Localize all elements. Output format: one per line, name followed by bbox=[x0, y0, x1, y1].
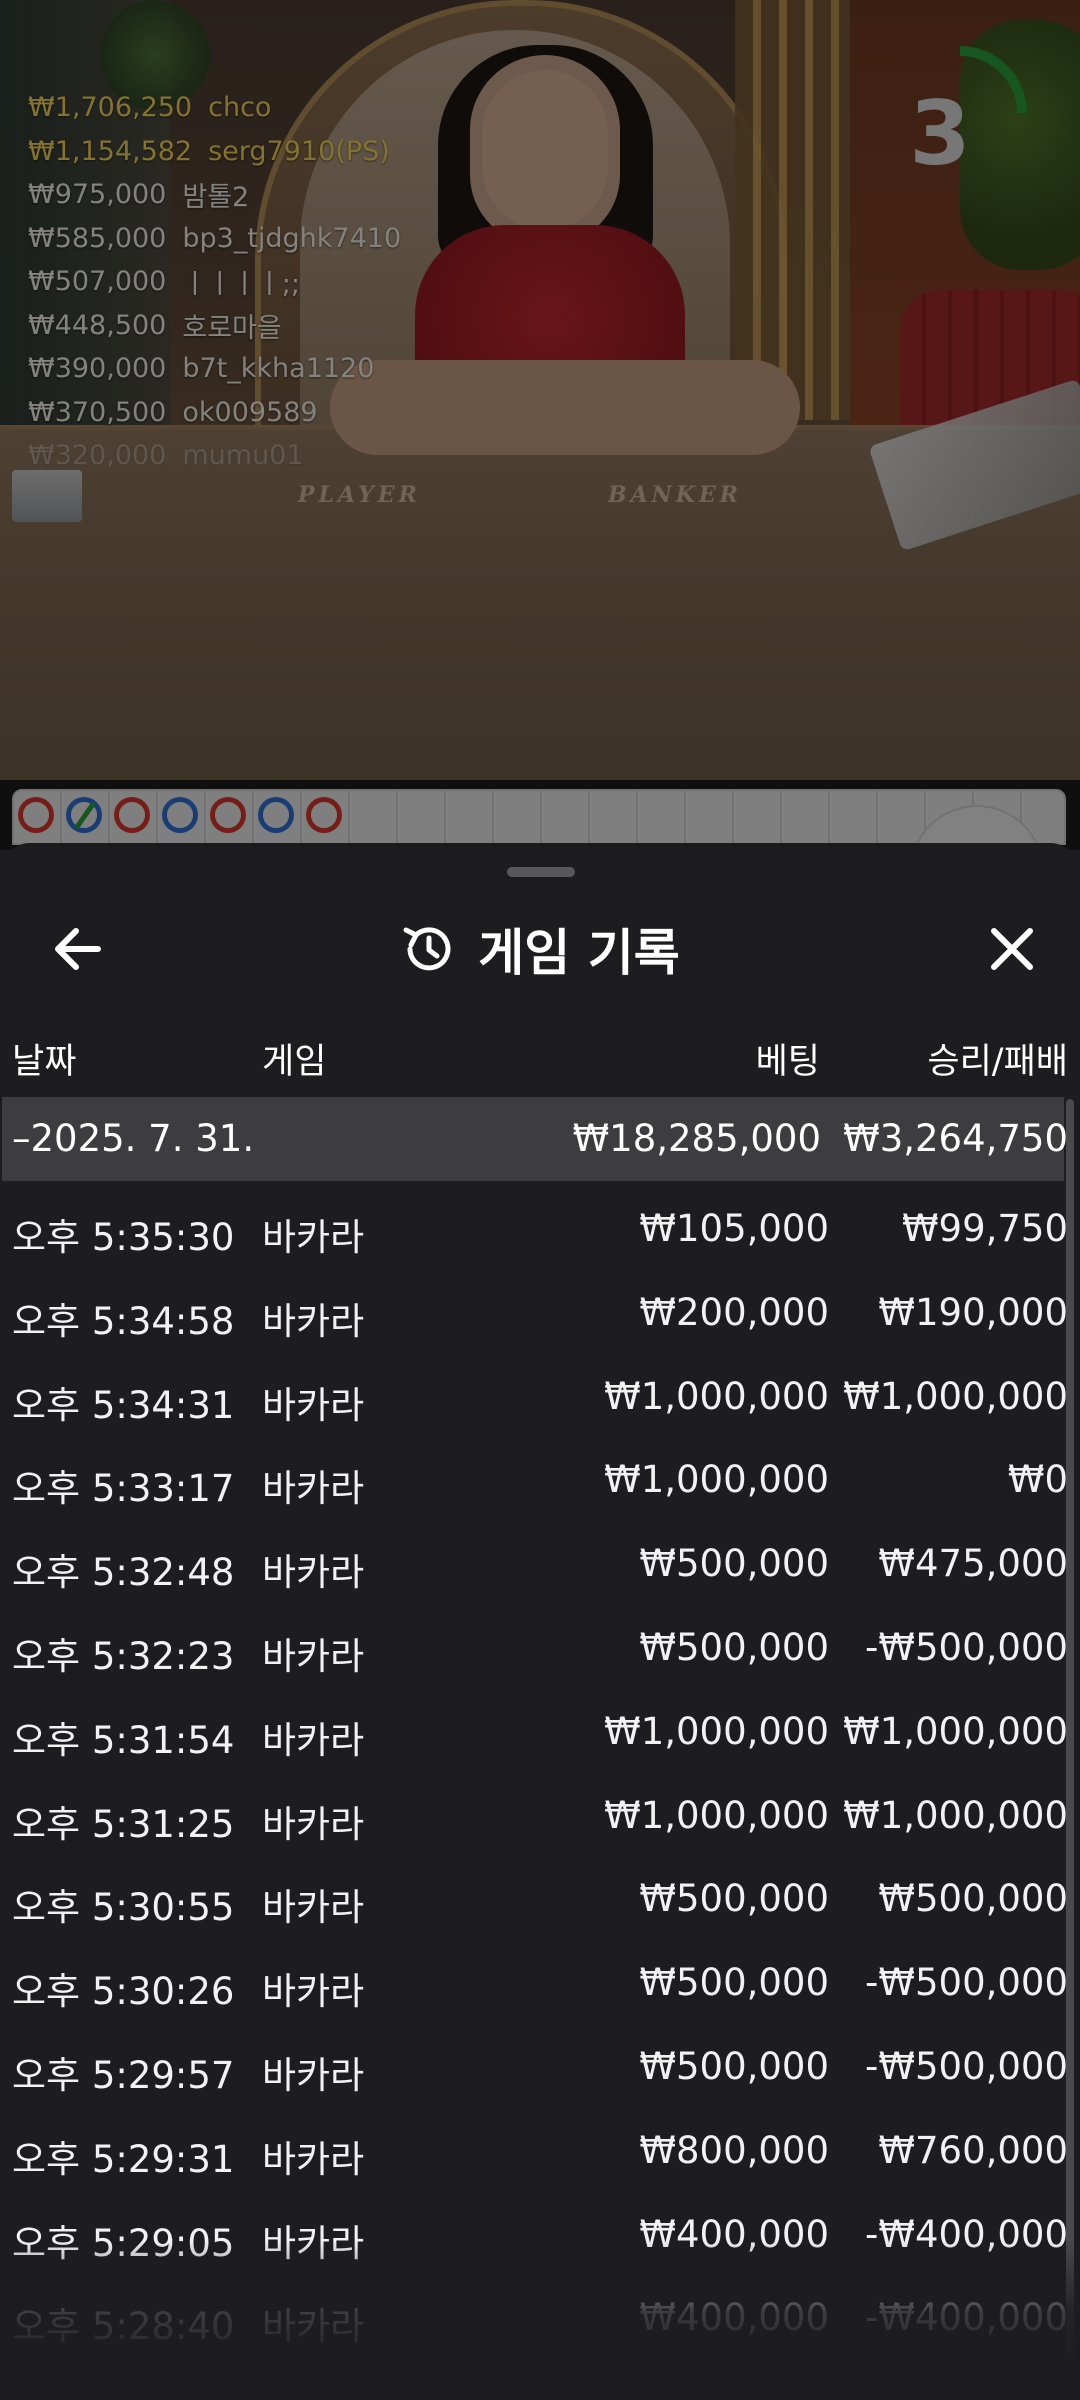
drag-handle[interactable] bbox=[507, 867, 575, 877]
row-bet: ₩500,000 bbox=[639, 2044, 829, 2088]
row-result: -₩500,000 bbox=[865, 2044, 1068, 2088]
history-row[interactable]: 오후 5:31:54 바카라 ₩1,000,000 ₩1,000,000 bbox=[2, 1684, 1072, 1768]
row-game: 바카라 bbox=[262, 1467, 365, 1511]
row-bet: ₩500,000 bbox=[639, 1961, 829, 2005]
row-game: 바카라 bbox=[262, 1634, 365, 1678]
row-bet: ₩200,000 bbox=[639, 1290, 829, 1334]
row-bet: ₩105,000 bbox=[639, 1207, 829, 1250]
sheet-title: 게임 기록 bbox=[478, 924, 680, 982]
row-result: -₩500,000 bbox=[865, 1625, 1068, 1669]
row-bet: ₩500,000 bbox=[639, 1625, 829, 1669]
history-row[interactable]: 오후 5:35:30 바카라 ₩105,000 ₩99,750 bbox=[2, 1181, 1072, 1265]
row-result: ₩190,000 bbox=[878, 1290, 1068, 1334]
row-time: 오후 5:30:55 bbox=[12, 1886, 235, 1930]
row-bet: ₩500,000 bbox=[639, 1542, 829, 1586]
row-result: ₩1,000,000 bbox=[843, 1709, 1068, 1753]
col-game[interactable]: 게임 bbox=[262, 1033, 326, 1084]
row-result: ₩1,000,000 bbox=[843, 1793, 1068, 1837]
row-result: ₩500,000 bbox=[878, 1877, 1068, 1921]
row-time: 오후 5:32:23 bbox=[12, 1634, 235, 1678]
group-bet-total: ₩18,285,000 bbox=[572, 1117, 821, 1160]
history-row[interactable]: 오후 5:30:26 바카라 ₩500,000 -₩500,000 bbox=[2, 1935, 1072, 2019]
row-result: ₩760,000 bbox=[878, 2128, 1068, 2172]
sheet-title-group: 게임 기록 bbox=[2, 913, 1078, 985]
history-row[interactable]: 오후 5:30:55 바카라 ₩500,000 ₩500,000 bbox=[2, 1851, 1072, 1935]
scrollbar[interactable] bbox=[1066, 1099, 1074, 2389]
column-header-row: 날짜 게임 베팅 승리/패배 bbox=[2, 1033, 1072, 1093]
row-time: 오후 5:30:26 bbox=[12, 1970, 235, 2014]
row-result: ₩1,000,000 bbox=[843, 1374, 1068, 1418]
history-row[interactable]: 오후 5:34:31 바카라 ₩1,000,000 ₩1,000,000 bbox=[2, 1349, 1072, 1433]
row-time: 오후 5:32:48 bbox=[12, 1551, 235, 1595]
history-row[interactable]: 오후 5:32:48 바카라 ₩500,000 ₩475,000 bbox=[2, 1516, 1072, 1600]
history-icon bbox=[403, 927, 451, 971]
row-bet: ₩1,000,000 bbox=[604, 1793, 829, 1837]
row-bet: ₩1,000,000 bbox=[604, 1374, 829, 1418]
row-game: 바카라 bbox=[262, 1383, 365, 1427]
col-date[interactable]: 날짜 bbox=[12, 1033, 76, 1084]
history-row[interactable]: 오후 5:34:58 바카라 ₩200,000 ₩190,000 bbox=[2, 1265, 1072, 1349]
row-result: ₩0 bbox=[1007, 1458, 1068, 1502]
close-icon bbox=[991, 928, 1033, 970]
row-time: 오후 5:31:25 bbox=[12, 1802, 235, 1846]
col-result[interactable]: 승리/패배 bbox=[927, 1033, 1068, 1084]
row-bet: ₩1,000,000 bbox=[604, 1709, 829, 1753]
row-time: 오후 5:34:58 bbox=[12, 1299, 235, 1343]
history-row[interactable]: 오후 5:29:31 바카라 ₩800,000 ₩760,000 bbox=[2, 2103, 1072, 2187]
group-date: –2025. 7. 31. bbox=[12, 1117, 255, 1160]
row-result: ₩99,750 bbox=[901, 1207, 1068, 1250]
close-button[interactable] bbox=[974, 911, 1050, 987]
row-game: 바카라 bbox=[262, 1299, 365, 1343]
row-game: 바카라 bbox=[262, 1551, 365, 1595]
row-bet: ₩500,000 bbox=[639, 1877, 829, 1921]
row-game: 바카라 bbox=[262, 2137, 365, 2181]
row-game: 바카라 bbox=[262, 1886, 365, 1930]
row-result: -₩500,000 bbox=[865, 1961, 1068, 2005]
dim-overlay[interactable] bbox=[0, 0, 1080, 850]
row-time: 오후 5:31:54 bbox=[12, 1718, 235, 1762]
list-fade bbox=[2, 2240, 1078, 2400]
row-time: 오후 5:35:30 bbox=[12, 1216, 235, 1259]
row-time: 오후 5:33:17 bbox=[12, 1467, 235, 1511]
history-row[interactable]: 오후 5:33:17 바카라 ₩1,000,000 ₩0 bbox=[2, 1432, 1072, 1516]
history-list: 오후 5:35:30 바카라 ₩105,000 ₩99,750 오후 5:34:58 바카… bbox=[2, 1181, 1072, 2354]
history-row[interactable]: 오후 5:31:25 바카라 ₩1,000,000 ₩1,000,000 bbox=[2, 1768, 1072, 1852]
history-row[interactable]: 오후 5:32:23 바카라 ₩500,000 -₩500,000 bbox=[2, 1600, 1072, 1684]
row-time: 오후 5:34:31 bbox=[12, 1383, 235, 1427]
sheet-header: 게임 기록 bbox=[2, 883, 1078, 1003]
history-row[interactable]: 오후 5:29:57 바카라 ₩500,000 -₩500,000 bbox=[2, 2019, 1072, 2103]
row-game: 바카라 bbox=[262, 1216, 365, 1259]
row-time: 오후 5:29:57 bbox=[12, 2053, 235, 2097]
row-game: 바카라 bbox=[262, 1802, 365, 1846]
group-result-total: ₩3,264,750 bbox=[843, 1117, 1068, 1160]
row-game: 바카라 bbox=[262, 2053, 365, 2097]
date-group-header[interactable]: –2025. 7. 31. ₩18,285,000 ₩3,264,750 bbox=[2, 1097, 1068, 1181]
row-bet: ₩800,000 bbox=[639, 2128, 829, 2172]
row-bet: ₩1,000,000 bbox=[604, 1458, 829, 1502]
row-time: 오후 5:29:31 bbox=[12, 2137, 235, 2181]
game-history-sheet: 게임 기록 날짜 게임 베팅 승리/패배 –2025. 7. 31. ₩18,2… bbox=[2, 843, 1078, 2400]
row-result: ₩475,000 bbox=[878, 1542, 1068, 1586]
row-game: 바카라 bbox=[262, 1718, 365, 1762]
row-game: 바카라 bbox=[262, 1970, 365, 2014]
col-bet[interactable]: 베팅 bbox=[756, 1033, 820, 1084]
